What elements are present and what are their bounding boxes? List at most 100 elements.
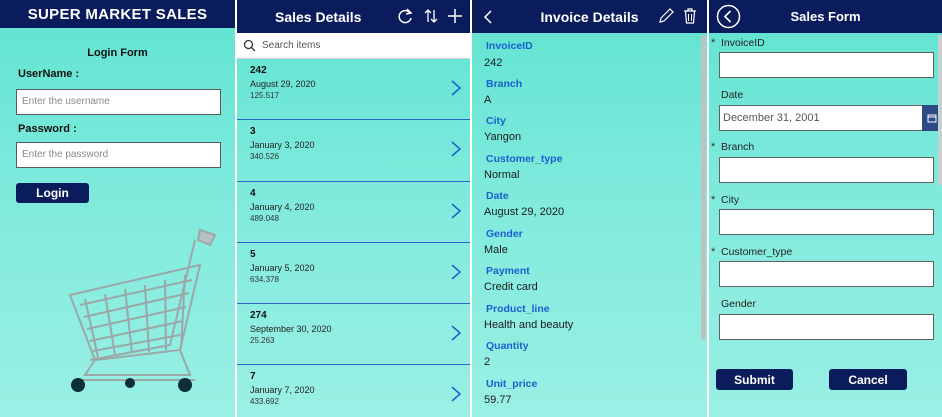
submit-button[interactable]: Submit (716, 369, 793, 390)
item-id: 5 (250, 248, 256, 260)
field-value-branch: A (484, 94, 492, 106)
chevron-right-icon[interactable] (450, 140, 462, 158)
cancel-button[interactable]: Cancel (829, 369, 907, 390)
field-label-gender: Gender (486, 228, 523, 240)
required-mark: * (711, 37, 716, 49)
item-amount: 25.263 (250, 336, 275, 346)
customer-type-input[interactable] (719, 261, 934, 287)
date-label: Date (721, 89, 744, 101)
search-icon (243, 39, 256, 52)
scrollbar[interactable] (701, 35, 706, 340)
item-id: 3 (250, 126, 256, 138)
delete-icon[interactable] (683, 8, 697, 24)
item-id: 4 (250, 187, 256, 199)
item-amount: 340.526 (250, 152, 279, 162)
shopping-cart-image (68, 228, 217, 392)
invoice-details-screen: Invoice Details InvoiceID 242 Branch A C… (472, 0, 707, 417)
field-value-date: August 29, 2020 (484, 206, 565, 218)
list-item[interactable]: 3 January 3, 2020 340.526 (237, 120, 470, 182)
sort-icon[interactable] (422, 7, 440, 25)
item-date: January 7, 2020 (250, 385, 315, 396)
list-item[interactable]: 5 January 5, 2020 634.378 (237, 243, 470, 305)
sales-title: Sales Details (275, 8, 362, 25)
field-label-payment: Payment (486, 265, 530, 277)
field-label-unit-price: Unit_price (486, 378, 538, 390)
branch-label: Branch (721, 141, 755, 153)
required-mark: * (711, 194, 716, 206)
field-label-date: Date (486, 190, 509, 202)
username-input[interactable]: Enter the username (16, 89, 221, 115)
date-value: December 31, 2001 (723, 112, 820, 124)
invoiceid-label: InvoiceID (721, 37, 765, 49)
password-input[interactable]: Enter the password (16, 142, 221, 168)
field-value-unit-price: 59.77 (484, 394, 512, 406)
item-date: January 5, 2020 (250, 262, 315, 273)
sales-details-screen: Sales Details Search items 242 August 29… (237, 0, 470, 417)
chevron-right-icon[interactable] (450, 324, 462, 342)
invoice-header: Invoice Details (472, 0, 707, 33)
branch-input[interactable] (719, 157, 934, 183)
item-id: 274 (250, 310, 267, 322)
add-icon[interactable] (446, 7, 464, 25)
item-date: January 4, 2020 (250, 201, 315, 212)
date-picker[interactable]: December 31, 2001 (719, 105, 942, 131)
gender-label: Gender (721, 298, 757, 310)
field-value-payment: Credit card (484, 281, 538, 293)
field-label-quantity: Quantity (486, 340, 529, 352)
item-date: August 29, 2020 (250, 79, 316, 89)
login-form-title: Login Form (87, 47, 148, 59)
back-circle-icon[interactable] (716, 4, 741, 29)
sales-list: 242 August 29, 2020 125.517 3 January 3,… (237, 59, 470, 417)
city-label: City (721, 194, 740, 206)
chevron-right-icon[interactable] (450, 263, 462, 281)
field-value-customer-type: Normal (484, 169, 520, 181)
search-bar[interactable]: Search items (237, 33, 470, 59)
list-item[interactable]: 7 January 7, 2020 433.692 (237, 365, 470, 417)
invoiceid-input[interactable] (719, 52, 934, 78)
field-value-invoiceid: 242 (484, 57, 503, 69)
item-date: January 3, 2020 (250, 140, 315, 151)
field-value-product-line: Health and beauty (484, 319, 574, 331)
customer-type-label: Customer_type (721, 246, 793, 258)
app-title: SUPER MARKET SALES (0, 0, 235, 28)
calendar-icon (927, 114, 937, 123)
city-input[interactable] (719, 209, 934, 235)
item-amount: 433.692 (250, 397, 279, 407)
required-mark: * (711, 246, 716, 258)
item-date: September 30, 2020 (250, 324, 332, 335)
scrollbar[interactable] (938, 35, 942, 185)
edit-icon[interactable] (658, 8, 674, 24)
required-mark: * (711, 141, 716, 153)
back-arrow-icon[interactable] (482, 9, 494, 25)
item-id: 242 (250, 65, 267, 76)
field-label-product-line: Product_line (486, 303, 550, 315)
invoice-title: Invoice Details (540, 8, 639, 25)
list-item[interactable]: 242 August 29, 2020 125.517 (237, 59, 470, 121)
sales-header: Sales Details (237, 0, 470, 33)
field-value-quantity: 2 (484, 356, 491, 368)
list-item[interactable]: 4 January 4, 2020 489.048 (237, 182, 470, 243)
field-value-gender: Male (484, 244, 508, 256)
username-label: UserName : (18, 68, 80, 80)
refresh-icon[interactable] (396, 7, 414, 25)
form-header: Sales Form (709, 0, 942, 33)
form-title: Sales Form (790, 9, 861, 24)
chevron-right-icon[interactable] (450, 79, 462, 97)
field-label-city: City (486, 115, 506, 127)
item-amount: 125.517 (250, 91, 279, 100)
field-value-city: Yangon (484, 131, 522, 143)
item-id: 7 (250, 371, 256, 383)
item-amount: 489.048 (250, 213, 279, 223)
chevron-right-icon[interactable] (450, 385, 462, 403)
login-button[interactable]: Login (16, 183, 89, 203)
chevron-right-icon[interactable] (450, 202, 462, 220)
item-amount: 634.378 (250, 274, 279, 284)
field-label-customer-type: Customer_type (486, 153, 563, 165)
gender-input[interactable] (719, 314, 934, 340)
login-screen: SUPER MARKET SALES Login Form UserName :… (0, 0, 235, 417)
field-label-invoiceid: InvoiceID (486, 40, 533, 52)
password-label: Password : (18, 123, 77, 135)
search-placeholder: Search items (262, 40, 321, 51)
sales-form-screen: Sales Form * InvoiceID Date December 31,… (709, 0, 942, 417)
list-item[interactable]: 274 September 30, 2020 25.263 (237, 304, 470, 366)
